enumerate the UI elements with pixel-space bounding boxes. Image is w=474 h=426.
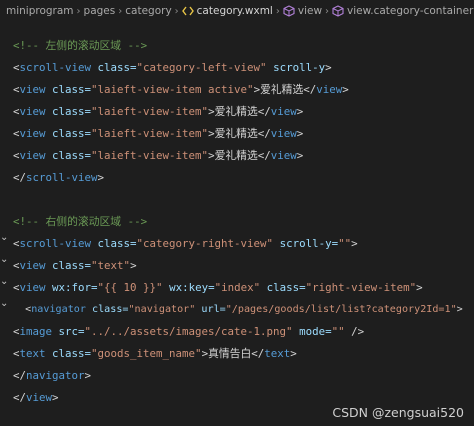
tag-name: navigator (26, 369, 85, 382)
text-content: 爱礼精选 (214, 149, 258, 162)
attr-name: scroll-y (266, 61, 326, 74)
code-line-8: <!-- 右侧的滚动区域 --> (13, 211, 147, 233)
text-content: 爱礼精选 (214, 127, 258, 140)
tag-name: view (270, 149, 297, 162)
tag-name: scroll-view (19, 61, 92, 74)
tag-name: view (19, 259, 46, 272)
attr-value: "laieft-view-item active" (91, 83, 254, 96)
attr-value: "category-right-view" (136, 237, 274, 250)
attr-name: class= (260, 281, 306, 294)
attr-value: "goods_item_name" (91, 347, 202, 360)
tag-name: text (19, 347, 46, 360)
fold-chevron-icon[interactable]: ⌄ (0, 249, 10, 271)
tag-name: image (19, 325, 53, 338)
chevron-right-icon: › (325, 5, 330, 17)
tag-name: view (270, 127, 297, 140)
code-line-10: <view class="text"> (13, 259, 137, 272)
breadcrumb-item-view[interactable]: view (298, 5, 322, 17)
attr-name: src= (52, 325, 85, 338)
attr-name: wx:for= (45, 281, 98, 294)
attr-name: class= (85, 304, 129, 315)
code-line-6: <view class="laieft-view-item">爱礼精选</vie… (13, 149, 304, 162)
tag-name: scroll-view (19, 237, 92, 250)
attr-name: class= (45, 149, 92, 162)
attr-value: "/pages/goods/list/list?category2Id=1" (225, 304, 457, 315)
breadcrumb-item-container[interactable]: view.category-container (347, 5, 473, 17)
attr-value: "laieft-view-item" (91, 127, 209, 140)
code-line-9: <scroll-view class="category-right-view"… (13, 237, 358, 250)
element-icon (332, 5, 344, 17)
attr-value: "laieft-view-item" (91, 149, 209, 162)
breadcrumb-item-file[interactable]: category.wxml (197, 5, 273, 17)
attr-value: "category-left-view" (136, 61, 267, 74)
attr-value: "laieft-view-item" (91, 105, 209, 118)
chevron-right-icon: › (118, 5, 123, 17)
attr-name: class= (45, 347, 92, 360)
tag-name: view (19, 127, 46, 140)
breadcrumb-item-pages[interactable]: pages (84, 5, 116, 17)
text-content: 真情告白 (208, 347, 252, 360)
tag-name: view (19, 281, 46, 294)
code-line-15: </navigator> (13, 369, 92, 382)
chevron-right-icon: › (76, 5, 81, 17)
attr-value: "{{ 10 }}" (97, 281, 163, 294)
code-editor[interactable]: <!-- 左侧的滚动区域 --> <scroll-view class="cat… (0, 22, 474, 426)
element-icon (283, 5, 295, 17)
tag-name: view (19, 83, 46, 96)
breadcrumb-item-category[interactable]: category (125, 5, 171, 17)
fold-chevron-icon[interactable]: ⌄ (0, 293, 10, 315)
code-line-14: <text class="goods_item_name">真情告白</text… (13, 347, 297, 360)
tag-name: view (26, 391, 53, 404)
attr-name: class= (45, 259, 92, 272)
code-line-7: </scroll-view> (13, 171, 105, 184)
attr-name: wx:key= (162, 281, 215, 294)
tag-name: navigator (31, 304, 86, 315)
tag-name: scroll-view (26, 171, 98, 184)
attr-value: "right-view-item" (305, 281, 417, 294)
breadcrumb-item-root[interactable]: miniprogram (6, 5, 74, 17)
text-content: 爱礼精选 (260, 83, 304, 96)
attr-value: "text" (91, 259, 131, 272)
code-line-11: <view wx:for="{{ 10 }}" wx:key="index" c… (13, 281, 423, 294)
breadcrumb: miniprogram › pages › category › categor… (0, 0, 474, 22)
attr-value: "index" (214, 281, 261, 294)
attr-name: class= (45, 127, 92, 140)
code-line-3: <view class="laieft-view-item active">爱礼… (13, 83, 349, 96)
attr-name: class= (45, 105, 92, 118)
tag-name: view (19, 149, 46, 162)
attr-value: "" (338, 237, 352, 250)
attr-value: "navigator" (128, 304, 196, 315)
code-line-5: <view class="laieft-view-item">爱礼精选</vie… (13, 127, 304, 140)
code-line-2: <scroll-view class="category-left-view" … (13, 61, 332, 74)
tag-name: view (270, 105, 297, 118)
code-file-icon (181, 6, 194, 16)
attr-name: scroll-y= (273, 237, 339, 250)
code-line-1: <!-- 左侧的滚动区域 --> (13, 35, 147, 57)
code-line-12: <navigator class="navigator" url="/pages… (25, 304, 463, 315)
tag-name: text (264, 347, 291, 360)
attr-value: "../../assets/images/cate-1.png" (84, 325, 293, 338)
comment: <!-- 右侧的滚动区域 --> (13, 215, 148, 228)
comment: <!-- 左侧的滚动区域 --> (13, 39, 148, 52)
attr-name: class= (91, 237, 137, 250)
fold-chevron-icon[interactable]: ⌄ (0, 271, 10, 293)
code-line-13: <image src="../../assets/images/cate-1.p… (13, 325, 365, 338)
code-line-16: </view> (13, 391, 59, 404)
chevron-right-icon: › (174, 5, 179, 17)
attr-name: class= (91, 61, 137, 74)
code-line-4: <view class="laieft-view-item">爱礼精选</vie… (13, 105, 304, 118)
tag-name: view (19, 105, 46, 118)
chevron-right-icon: › (275, 5, 280, 17)
text-content: 爱礼精选 (214, 105, 258, 118)
attr-value: "" (331, 325, 345, 338)
attr-name: class= (45, 83, 92, 96)
fold-chevron-icon[interactable]: ⌄ (0, 227, 10, 249)
attr-name: url= (195, 304, 226, 315)
watermark: CSDN @zengsuai520 (332, 405, 464, 420)
attr-name: mode= (292, 325, 332, 338)
tag-name: view (316, 83, 343, 96)
